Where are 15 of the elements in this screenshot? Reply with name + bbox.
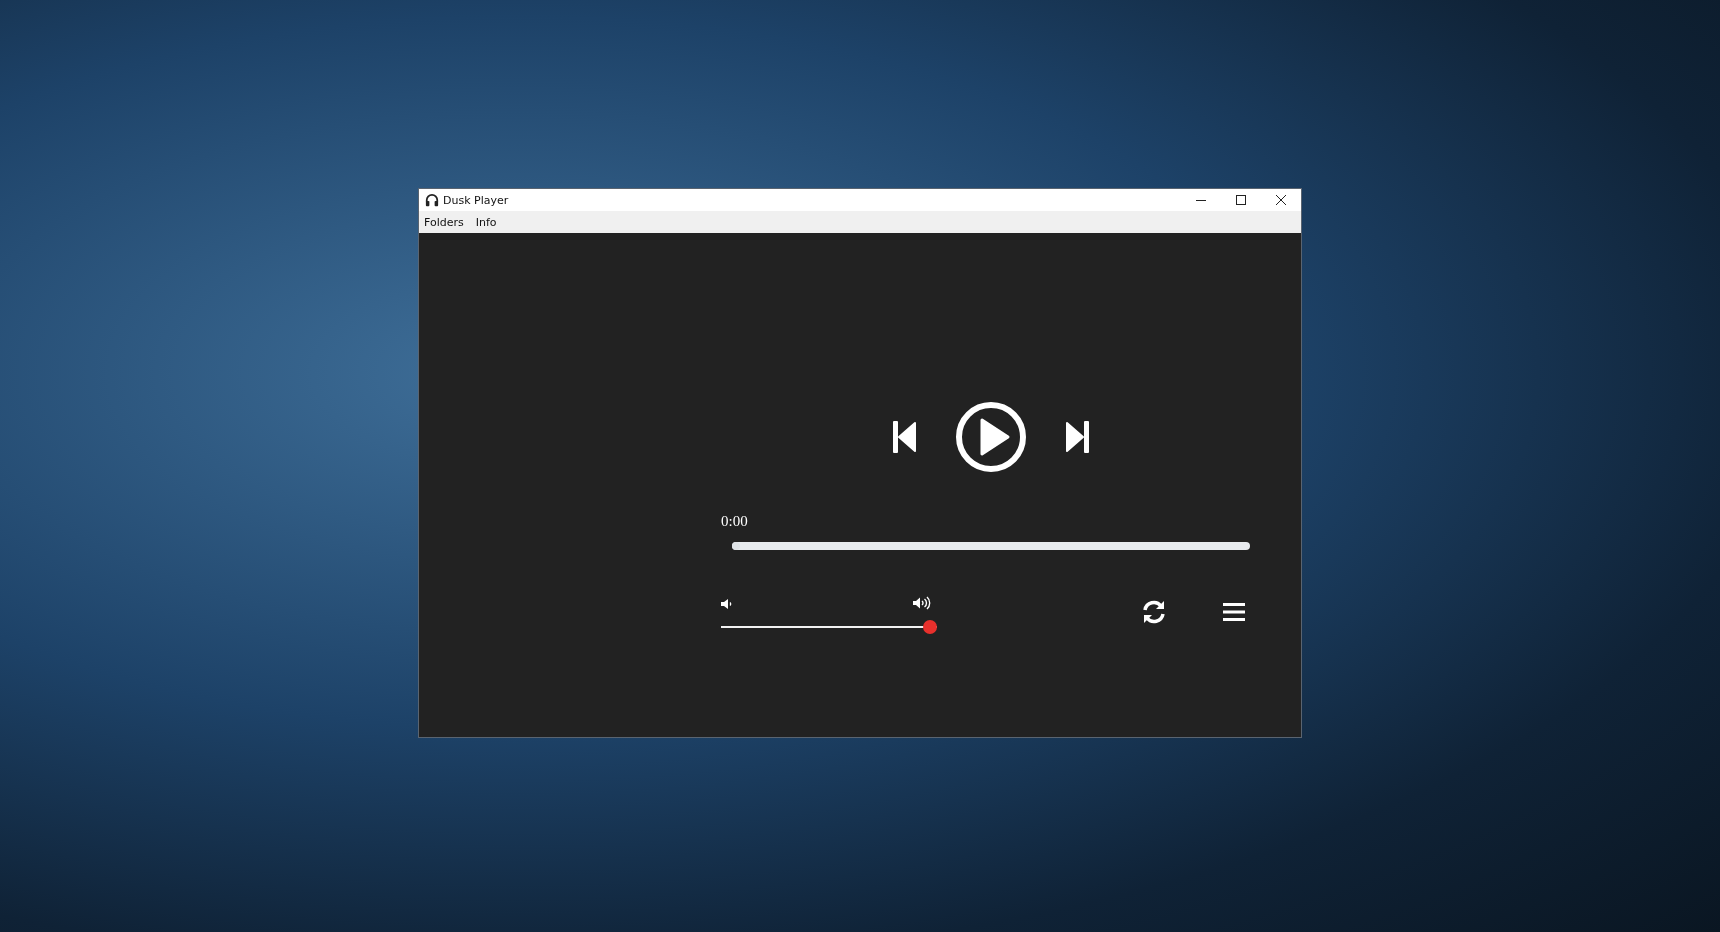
headphones-icon [425, 193, 439, 207]
window-title: Dusk Player [443, 193, 509, 207]
volume-high-icon [913, 596, 931, 610]
close-icon [1276, 195, 1286, 205]
repeat-button[interactable] [1141, 599, 1167, 625]
previous-button[interactable] [893, 421, 917, 453]
maximize-icon [1236, 195, 1246, 205]
menu-item[interactable]: Info [475, 215, 497, 229]
volume-low-icon [721, 598, 733, 610]
elapsed-time: 0:00 [721, 513, 748, 530]
menu-button[interactable] [1223, 602, 1245, 622]
volume-slider[interactable] [721, 620, 937, 634]
menu-item[interactable]: Folders [424, 215, 464, 229]
play-button[interactable] [955, 401, 1027, 473]
next-button[interactable] [1065, 421, 1089, 453]
